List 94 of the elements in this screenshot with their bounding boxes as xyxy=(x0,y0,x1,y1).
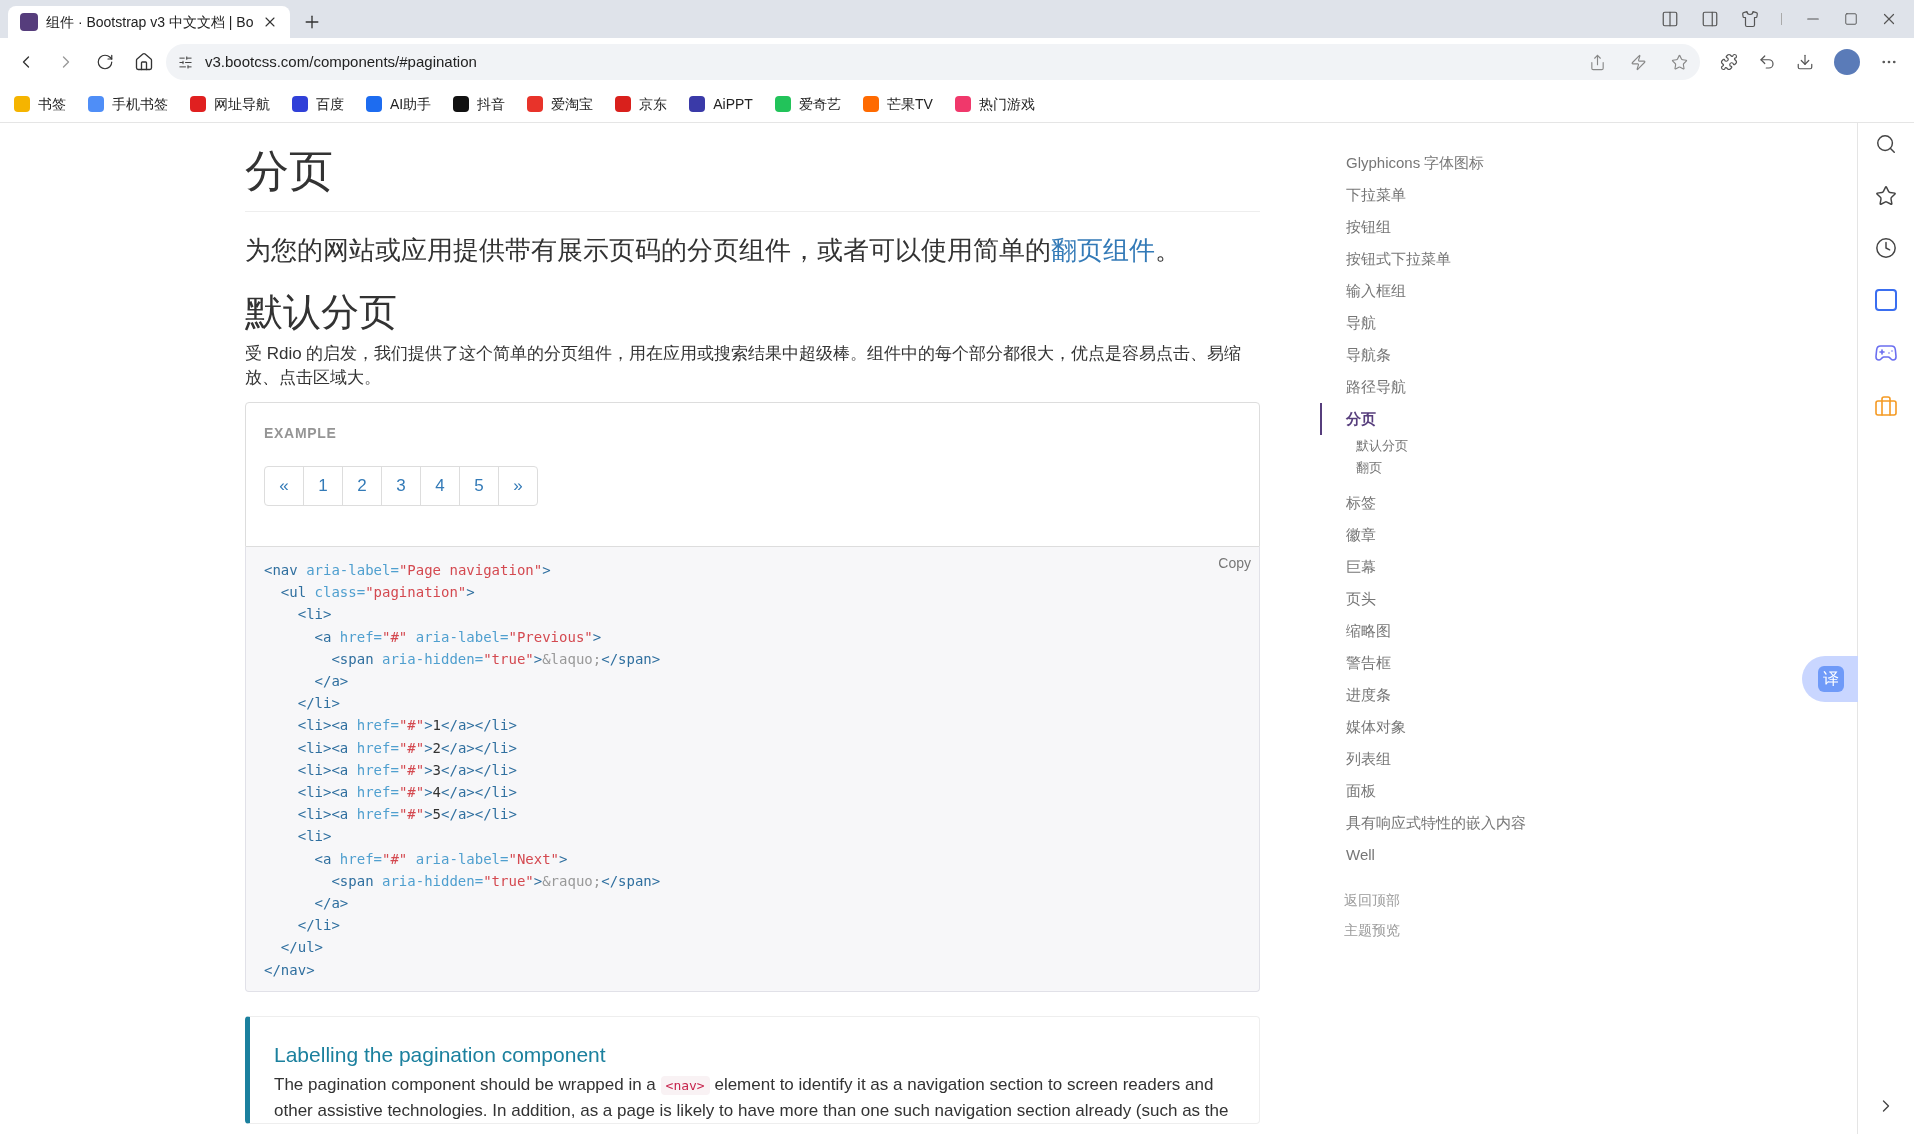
code-line: </li> xyxy=(296,916,340,936)
code-line: </li> xyxy=(296,694,340,714)
sidenav-link[interactable]: 导航 xyxy=(1320,307,1376,339)
sidenav-link[interactable]: 按钮组 xyxy=(1320,211,1391,243)
pager-link[interactable]: 翻页组件 xyxy=(1051,235,1155,265)
bookmark-star-icon[interactable] xyxy=(1671,53,1688,71)
bookmark-item[interactable]: 手机书签 xyxy=(88,91,168,117)
avatar-icon[interactable] xyxy=(1834,49,1860,75)
bookmark-item[interactable]: 京东 xyxy=(615,91,668,117)
page-link[interactable]: « xyxy=(264,466,304,506)
search-icon[interactable] xyxy=(1875,133,1897,155)
split-screen-icon[interactable] xyxy=(1661,10,1679,28)
page-link[interactable]: » xyxy=(498,466,538,506)
sidenav-link[interactable]: 标签 xyxy=(1320,487,1376,519)
page-link[interactable]: 5 xyxy=(459,466,499,506)
shirt-icon[interactable] xyxy=(1741,10,1759,28)
sidenav-link[interactable]: 进度条 xyxy=(1320,679,1391,711)
bookmark-item[interactable]: AI助手 xyxy=(366,91,432,117)
code-line: <li><a href="#">4</a></li> xyxy=(296,783,517,803)
sidenav-link[interactable]: 路径导航 xyxy=(1320,371,1406,403)
code-line: </nav> xyxy=(264,960,315,980)
reload-icon[interactable] xyxy=(96,53,114,71)
sidenav-link[interactable]: 分页 xyxy=(1320,403,1376,435)
code-line: </a> xyxy=(313,894,349,914)
restore-icon[interactable] xyxy=(1844,12,1858,26)
favorites-icon[interactable] xyxy=(1875,185,1897,207)
address-bar[interactable]: v3.bootcss.com/components/#pagination xyxy=(166,44,1700,80)
sidenav-link[interactable]: 徽章 xyxy=(1320,519,1376,551)
bookmark-item[interactable]: 爱淘宝 xyxy=(527,91,594,117)
code-line: <a href="#" aria-label="Next"> xyxy=(313,849,568,869)
sidenav-link[interactable]: 列表组 xyxy=(1320,743,1391,775)
panel-icon[interactable] xyxy=(1701,10,1719,28)
sidenav-link[interactable]: 下拉菜单 xyxy=(1320,179,1406,211)
bookmark-item[interactable]: AiPPT xyxy=(689,91,753,117)
code-line: <a href="#" aria-label="Previous"> xyxy=(313,627,602,647)
page-link[interactable]: 4 xyxy=(420,466,460,506)
bookmark-item[interactable]: 网址导航 xyxy=(190,91,270,117)
footer-link[interactable]: 主题预览 xyxy=(1344,915,1400,945)
page-link[interactable]: 2 xyxy=(342,466,382,506)
undo-icon[interactable] xyxy=(1758,53,1776,71)
sidenav-link[interactable]: 巨幕 xyxy=(1320,551,1376,583)
bookmark-item[interactable]: 芒果TV xyxy=(862,91,933,117)
code-line: <li><a href="#">5</a></li> xyxy=(296,805,517,825)
code-line: <li> xyxy=(296,605,332,625)
code-line: <li><a href="#">3</a></li> xyxy=(296,760,517,780)
page-title: 分页 xyxy=(245,149,1260,212)
sidenav-link[interactable]: 缩略图 xyxy=(1320,615,1391,647)
history-icon[interactable] xyxy=(1875,237,1897,259)
code-line: <span aria-hidden="true">&laquo;</span> xyxy=(330,649,661,669)
example-label: EXAMPLE xyxy=(264,424,338,443)
code-line: <nav aria-label="Page navigation"> xyxy=(264,561,551,580)
callout-paragraph: The pagination component should be wrapped in a <nav> element to identify it as a navigation section to screen readers and other assistive technologies. In addition, as a page is likely to have more than one such navigation section already (such as the xyxy=(274,1074,1230,1123)
sidenav-link[interactable]: Glyphicons 字体图标 xyxy=(1320,147,1485,179)
code-line: </a> xyxy=(313,672,349,691)
callout-title: Labelling the pagination component xyxy=(274,1041,607,1068)
sidenav-link[interactable]: 页头 xyxy=(1320,583,1376,615)
sidenav-sublink[interactable]: 默认分页 xyxy=(1344,435,1408,457)
sidenav-sublink[interactable]: 翻页 xyxy=(1344,457,1382,479)
sidenav-link[interactable]: 具有响应式特性的嵌入内容 xyxy=(1320,807,1526,839)
sidenav-link[interactable]: 警告框 xyxy=(1320,647,1391,679)
share-icon[interactable] xyxy=(1589,53,1606,71)
code-line: <span aria-hidden="true">&raquo;</span> xyxy=(330,871,661,891)
download-icon[interactable] xyxy=(1796,53,1814,71)
bookmark-item[interactable]: 爱奇艺 xyxy=(774,91,841,117)
code-line: <li><a href="#">2</a></li> xyxy=(296,738,517,758)
sidenav-link[interactable]: 媒体对象 xyxy=(1320,711,1406,743)
copy-button[interactable]: Copy xyxy=(1218,553,1251,574)
translate-button[interactable]: 译 xyxy=(1802,656,1858,702)
sidenav-link[interactable]: 按钮式下拉菜单 xyxy=(1320,243,1451,275)
home-icon[interactable] xyxy=(134,52,154,72)
sidenav-link[interactable]: 面板 xyxy=(1320,775,1376,807)
bookmark-item[interactable]: 抖音 xyxy=(453,91,506,117)
code-line: <li> xyxy=(296,827,332,847)
lightning-icon[interactable] xyxy=(1630,53,1647,71)
extensions-icon[interactable] xyxy=(1720,53,1738,71)
bookmark-item[interactable]: 书签 xyxy=(14,91,66,117)
page-link[interactable]: 1 xyxy=(303,466,343,506)
lead-paragraph: 为您的网站或应用提供带有展示页码的分页组件，或者可以使用简单的翻页组件。 xyxy=(245,234,1182,267)
sidenav-link[interactable]: 导航条 xyxy=(1320,339,1391,371)
page-link[interactable]: 3 xyxy=(381,466,421,506)
tab-title: 组件 · Bootstrap v3 中文文档 | Bo xyxy=(46,12,254,32)
bookmark-item[interactable]: 百度 xyxy=(292,91,344,117)
code-line: </ul> xyxy=(279,938,323,958)
footer-link[interactable]: 返回顶部 xyxy=(1344,885,1400,915)
browser-tab[interactable]: 组件 · Bootstrap v3 中文文档 | Bo xyxy=(8,6,290,38)
code-line: <li><a href="#">1</a></li> xyxy=(296,716,517,736)
site-settings-icon[interactable] xyxy=(178,54,193,70)
intro-paragraph: 受 Rdio 的启发，我们提供了这个简单的分页组件，用在应用或搜索结果中超级棒。组件中的每个部分都很大，优点是容易点击、易缩放、点击区域大。 xyxy=(245,343,1243,389)
sidenav-link[interactable]: 输入框组 xyxy=(1320,275,1406,307)
section-title: 默认分页 xyxy=(245,289,398,335)
url-text: v3.bootcss.com/components/#pagination xyxy=(205,51,478,72)
code-line: <ul class="pagination"> xyxy=(279,583,475,603)
bookmark-item[interactable]: 热门游戏 xyxy=(954,91,1035,117)
sidenav-link[interactable]: Well xyxy=(1320,839,1375,871)
